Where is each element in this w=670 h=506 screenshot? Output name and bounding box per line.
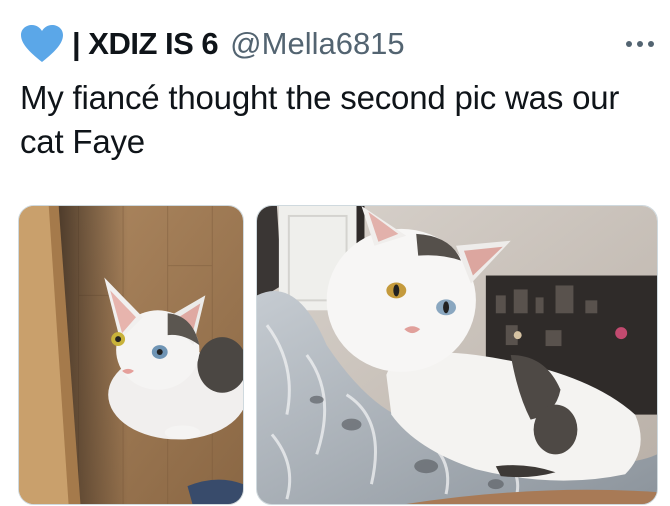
heart-icon [20,24,64,64]
display-name[interactable]: | XDIZ IS 6 [72,26,219,62]
tweet-text: My fiancé thought the second pic was our… [20,79,620,160]
tweet-header: | XDIZ IS 6 @Mella6815 [20,22,656,66]
media-grid [18,205,658,505]
photo-cat-on-blanket[interactable] [256,205,658,505]
more-options-icon[interactable] [624,33,656,55]
user-handle[interactable]: @Mella6815 [230,26,405,62]
photo-cat-on-floor[interactable] [18,205,244,505]
